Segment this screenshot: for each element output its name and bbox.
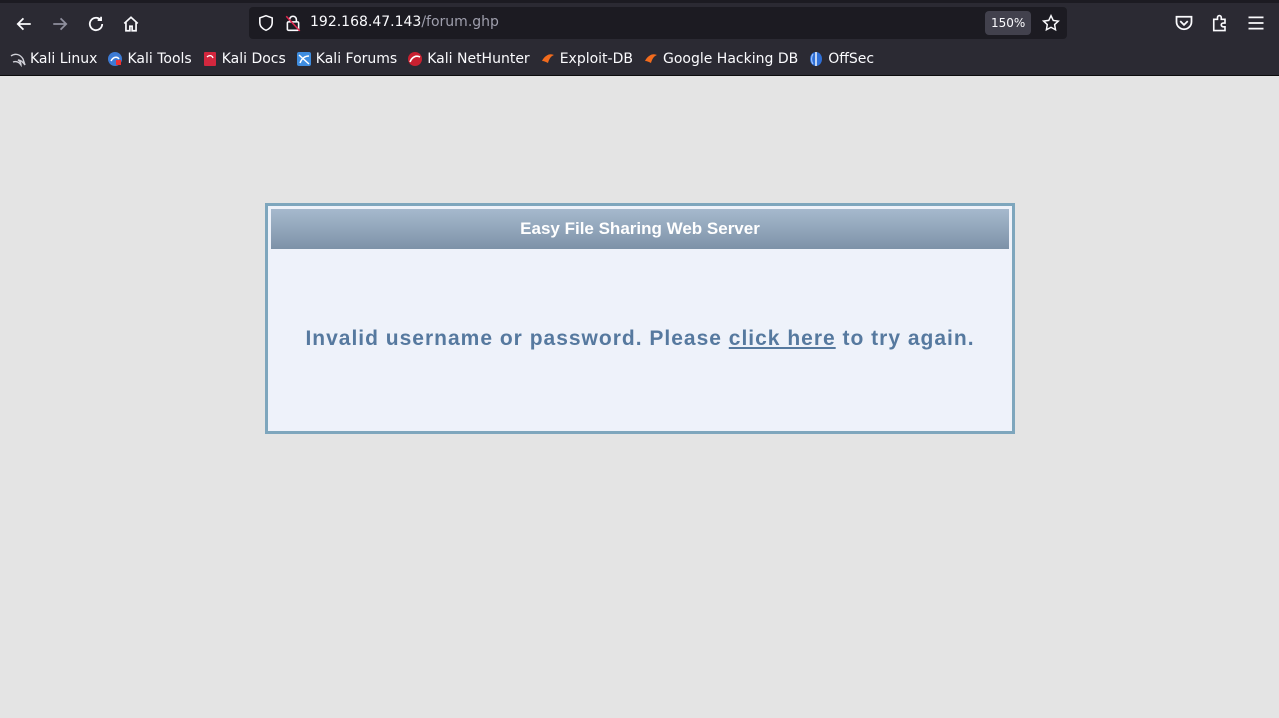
login-error-panel: Easy File Sharing Web Server Invalid use… [265,203,1015,434]
bookmark-label: Kali NetHunter [427,51,530,67]
panel-title: Easy File Sharing Web Server [520,219,760,238]
bookmark-label: Kali Docs [221,51,286,67]
bookmark-kali-linux[interactable]: Kali Linux [10,51,97,67]
back-button[interactable] [10,10,38,38]
url-path: /forum.ghp [421,14,499,30]
bookmark-label: Kali Tools [127,51,192,67]
pocket-icon[interactable] [1174,13,1194,33]
exploit-db-icon [541,54,554,63]
error-message-text: Invalid username or password. Please [305,327,729,350]
url-host: 192.168.47.143 [310,14,422,30]
error-message-suffix: to try again. [835,327,975,350]
kali-dragon-icon [10,53,26,67]
reload-icon [88,16,104,32]
kali-forums-icon [296,52,311,66]
bookmark-kali-forums[interactable]: Kali Forums [296,51,397,67]
zoom-level-button[interactable]: 150% [985,11,1032,35]
retry-link[interactable]: click here [729,327,836,350]
shield-icon[interactable] [257,14,275,32]
bookmark-exploit-db[interactable]: Exploit-DB [540,51,633,67]
bookmark-kali-docs[interactable]: Kali Docs [202,51,286,67]
panel-header: Easy File Sharing Web Server [271,209,1009,249]
bookmark-label: Kali Forums [315,51,398,67]
bookmarks-toolbar: Kali Linux Kali Tools Kali Docs Kali For… [10,48,874,70]
google-hacking-db-icon [644,54,657,63]
kali-nethunter-icon [408,52,423,66]
bookmark-label: Kali Linux [30,51,98,67]
forward-button[interactable] [46,10,74,38]
home-icon [123,16,139,32]
bookmark-label: Google Hacking DB [662,51,799,67]
menu-icon[interactable] [1246,13,1266,33]
bookmark-offsec[interactable]: OffSec [808,51,874,67]
home-button[interactable] [117,10,145,38]
error-message: Invalid username or password. Please cli… [271,327,1009,351]
url-bar[interactable]: 192.168.47.143/forum.ghp 150% [249,7,1067,39]
extensions-icon[interactable] [1210,13,1230,33]
panel-body: Easy File Sharing Web Server Invalid use… [271,209,1009,428]
bookmark-star-icon[interactable] [1042,14,1060,32]
bookmark-google-hacking-db[interactable]: Google Hacking DB [643,51,798,67]
bookmark-label: Exploit-DB [559,51,633,67]
kali-tools-icon [108,52,123,66]
offsec-icon [810,52,823,66]
insecure-lock-icon[interactable] [284,14,302,32]
kali-docs-icon [203,52,216,66]
bookmark-label: OffSec [828,51,875,67]
bookmark-kali-nethunter[interactable]: Kali NetHunter [407,51,530,67]
tab-strip [0,0,1279,3]
browser-toolbar: 192.168.47.143/forum.ghp 150% Kali Linux… [0,0,1279,76]
reload-button[interactable] [82,10,110,38]
bookmark-kali-tools[interactable]: Kali Tools [107,51,192,67]
url-text[interactable]: 192.168.47.143/forum.ghp [310,14,499,30]
arrow-right-icon [53,17,68,31]
arrow-left-icon [16,17,31,31]
